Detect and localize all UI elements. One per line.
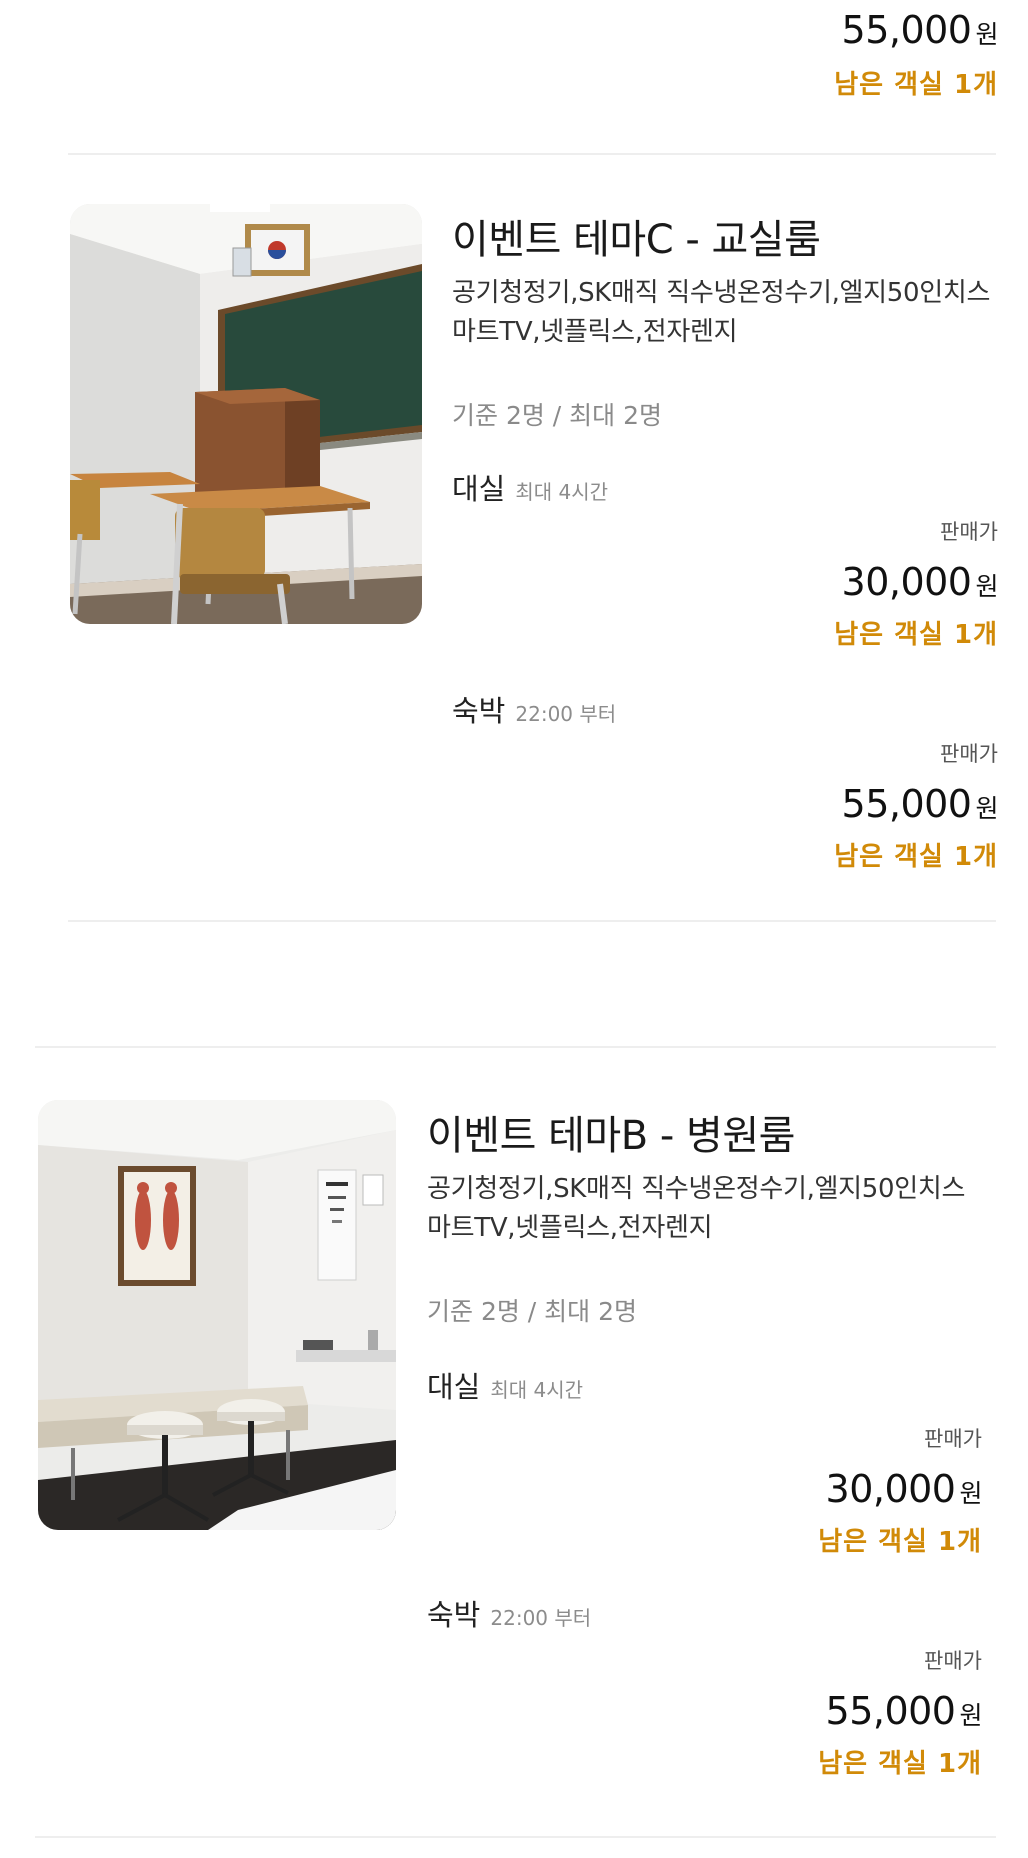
sale-label: 판매가 [940, 520, 998, 544]
price-value: 30,000 원 [825, 1467, 983, 1511]
room-amenities: 공기청정기,SK매직 직수냉온정수기,엘지50인치스마트TV,넷플릭스,전자렌지 [452, 278, 991, 347]
rental-option-label[interactable]: 대실 최대 4시간 [427, 1364, 583, 1406]
stay-price-block[interactable]: 판매가 55,000 원 남은 객실 1개 [818, 1645, 982, 1780]
room-capacity: 기준 2명 / 최대 2명 [452, 401, 663, 430]
stay-option-label[interactable]: 숙박 22:00 부터 [452, 688, 616, 730]
divider [68, 920, 996, 922]
remaining-rooms: 남은 객실 1개 [834, 70, 998, 100]
rental-label: 대실 [452, 472, 506, 506]
rental-price-block[interactable]: 판매가 30,000 원 남은 객실 1개 [834, 516, 998, 651]
remaining-rooms: 남은 객실 1개 [818, 1527, 982, 1557]
hospital-illustration [38, 1100, 396, 1530]
rental-duration: 최대 4시간 [515, 480, 609, 504]
room-title[interactable]: 이벤트 테마C - 교실룸 [452, 207, 821, 265]
rental-option-label[interactable]: 대실 최대 4시간 [452, 466, 608, 508]
price-value: 55,000 원 [841, 782, 999, 826]
stay-price-block[interactable]: 판매가 55,000 원 남은 객실 1개 [834, 738, 998, 873]
rental-price-block[interactable]: 판매가 30,000 원 남은 객실 1개 [818, 1423, 982, 1558]
stay-option-label[interactable]: 숙박 22:00 부터 [427, 1592, 591, 1634]
sale-label: 판매가 [924, 1427, 982, 1451]
stay-label: 숙박 [427, 1598, 481, 1632]
divider [35, 1836, 996, 1838]
remaining-rooms: 남은 객실 1개 [834, 842, 998, 872]
divider [35, 1046, 996, 1048]
room-amenities: 공기청정기,SK매직 직수냉온정수기,엘지50인치스마트TV,넷플릭스,전자렌지 [427, 1174, 966, 1243]
divider [68, 153, 996, 155]
price-value: 55,000 원 [841, 8, 999, 52]
price-value: 30,000 원 [841, 560, 999, 604]
rental-label: 대실 [427, 1370, 481, 1404]
room-title[interactable]: 이벤트 테마B - 병원룸 [427, 1103, 795, 1161]
stay-label: 숙박 [452, 694, 506, 728]
rental-duration: 최대 4시간 [490, 1378, 584, 1402]
stay-start-time: 22:00 부터 [490, 1606, 592, 1630]
sale-label: 판매가 [940, 742, 998, 766]
price-value: 55,000 원 [825, 1689, 983, 1733]
remaining-rooms: 남은 객실 1개 [834, 620, 998, 650]
top-price-block: 55,000 원 남은 객실 1개 [834, 8, 998, 101]
remaining-rooms: 남은 객실 1개 [818, 1749, 982, 1779]
sale-label: 판매가 [924, 1649, 982, 1673]
room-photo-hospital[interactable] [38, 1100, 396, 1530]
stay-start-time: 22:00 부터 [515, 702, 617, 726]
room-photo-classroom[interactable] [70, 204, 422, 624]
room-capacity: 기준 2명 / 최대 2명 [427, 1297, 638, 1326]
classroom-illustration [70, 204, 422, 624]
